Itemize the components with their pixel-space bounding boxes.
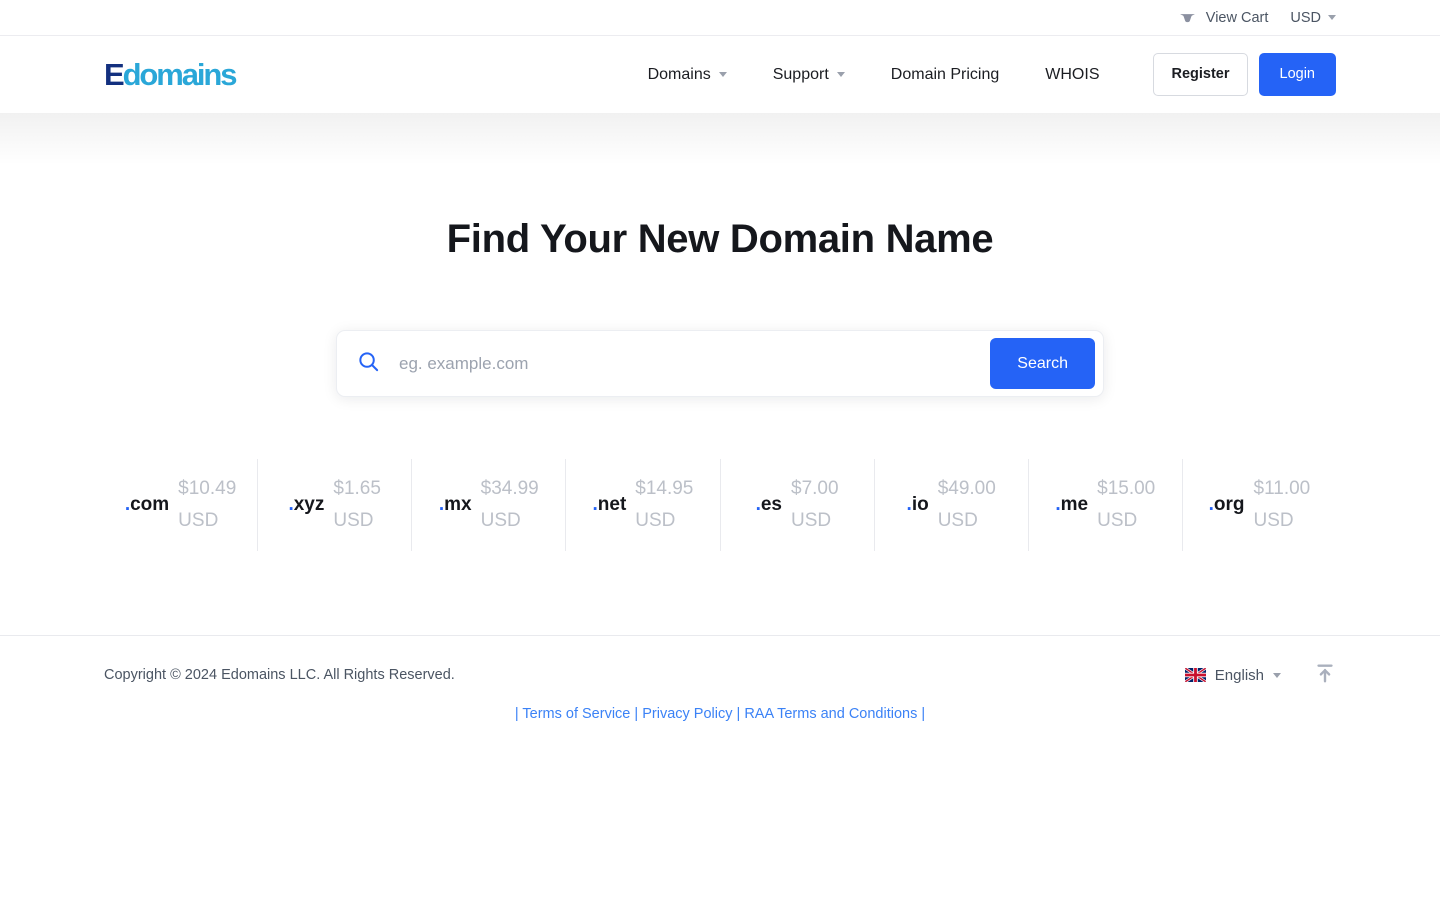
link-separator: | bbox=[514, 706, 519, 722]
auth-button-group: Register Login bbox=[1153, 53, 1336, 96]
site-logo[interactable]: Edomains bbox=[104, 57, 238, 92]
tld-label: io bbox=[911, 493, 929, 515]
search-icon-button[interactable] bbox=[337, 350, 399, 378]
footer-top-row: Copyright © 2024 Edomains LLC. All Right… bbox=[104, 636, 1336, 714]
tld-price: $11.00 USD bbox=[1254, 473, 1311, 537]
tld-price-currency: USD bbox=[635, 509, 676, 531]
tld-price-currency: USD bbox=[1097, 509, 1138, 531]
tld-label: org bbox=[1213, 493, 1245, 515]
chevron-down-icon bbox=[1273, 672, 1281, 678]
nav-label-support: Support bbox=[772, 65, 829, 83]
logo-suffix: domains bbox=[122, 57, 238, 92]
footer-controls: English bbox=[1184, 662, 1336, 689]
top-utility-group: View Cart USD bbox=[1178, 9, 1336, 26]
tld-price-amount: $1.65 bbox=[333, 478, 381, 499]
tld-name: .org bbox=[1209, 494, 1245, 516]
login-button[interactable]: Login bbox=[1258, 53, 1336, 96]
shopping-basket-icon bbox=[1178, 9, 1197, 26]
currency-value: USD bbox=[1290, 9, 1321, 26]
tld-price-amount: $49.00 bbox=[937, 478, 996, 499]
tld-price: $15.00 USD bbox=[1097, 473, 1155, 537]
nav-item-domains[interactable]: Domains bbox=[625, 66, 750, 84]
site-header: Edomains Domains Support Domain Pricing … bbox=[0, 36, 1440, 113]
search-input[interactable] bbox=[399, 331, 991, 396]
tld-name: .xyz bbox=[288, 494, 324, 516]
tld-price-amount: $15.00 bbox=[1097, 478, 1156, 499]
tld-name: .net bbox=[592, 494, 626, 516]
chevron-down-icon bbox=[718, 72, 727, 77]
terms-of-service-link[interactable]: Terms of Service bbox=[522, 706, 630, 722]
tld-label: mx bbox=[444, 493, 472, 515]
search-icon bbox=[357, 350, 380, 378]
tld-price-currency: USD bbox=[480, 509, 521, 531]
tld-price-currency: USD bbox=[937, 509, 978, 531]
tld-cell-io[interactable]: .io $49.00 USD bbox=[875, 459, 1029, 551]
chevron-down-icon bbox=[836, 72, 845, 77]
tld-cell-com[interactable]: .com $10.49 USD bbox=[104, 459, 259, 551]
tld-cell-org[interactable]: .org $11.00 USD bbox=[1183, 459, 1336, 551]
tld-price-currency: USD bbox=[333, 509, 374, 531]
link-separator: | bbox=[634, 706, 639, 722]
tld-label: net bbox=[597, 493, 627, 515]
tld-label: es bbox=[760, 493, 782, 515]
footer-legal-links: | Terms of Service | Privacy Policy | RA… bbox=[104, 706, 1336, 748]
privacy-policy-link[interactable]: Privacy Policy bbox=[642, 706, 732, 722]
tld-cell-xyz[interactable]: .xyz $1.65 USD bbox=[258, 459, 413, 551]
main-navigation: Domains Support Domain Pricing WHOIS Reg… bbox=[625, 53, 1336, 96]
copyright-text: Copyright © 2024 Edomains LLC. All Right… bbox=[104, 667, 455, 683]
language-selector[interactable]: English bbox=[1184, 666, 1281, 684]
tld-price-currency: USD bbox=[178, 509, 219, 531]
tld-label: xyz bbox=[293, 493, 325, 515]
page-title: Find Your New Domain Name bbox=[446, 217, 994, 261]
tld-name: .io bbox=[907, 494, 929, 516]
logo-prefix: E bbox=[104, 57, 125, 92]
tld-price-amount: $11.00 bbox=[1253, 478, 1311, 499]
link-separator: | bbox=[921, 706, 926, 722]
tld-name: .es bbox=[756, 494, 782, 516]
top-utility-bar: View Cart USD bbox=[0, 0, 1440, 36]
uk-flag-icon bbox=[1184, 668, 1206, 682]
tld-cell-mx[interactable]: .mx $34.99 USD bbox=[412, 459, 567, 551]
tld-label: com bbox=[130, 493, 170, 515]
tld-price: $34.99 USD bbox=[481, 473, 539, 537]
tld-price-currency: USD bbox=[1253, 509, 1294, 531]
search-button[interactable]: Search bbox=[990, 338, 1095, 389]
nav-item-whois[interactable]: WHOIS bbox=[1022, 66, 1122, 84]
nav-item-domain-pricing[interactable]: Domain Pricing bbox=[868, 66, 1022, 84]
chevron-down-icon bbox=[1328, 15, 1336, 20]
tld-label: me bbox=[1060, 493, 1089, 515]
tld-name: .mx bbox=[439, 494, 472, 516]
language-label: English bbox=[1214, 666, 1264, 684]
tld-name: .com bbox=[125, 494, 169, 516]
tld-cell-es[interactable]: .es $7.00 USD bbox=[721, 459, 875, 551]
link-separator: | bbox=[736, 706, 741, 722]
tld-price: $7.00 USD bbox=[791, 473, 839, 537]
tld-price: $1.65 USD bbox=[333, 473, 381, 537]
raa-terms-link[interactable]: RAA Terms and Conditions bbox=[744, 706, 917, 722]
domain-search-bar: Search bbox=[336, 330, 1104, 397]
tld-cell-me[interactable]: .me $15.00 USD bbox=[1029, 459, 1183, 551]
register-button[interactable]: Register bbox=[1153, 53, 1248, 96]
nav-item-support[interactable]: Support bbox=[750, 66, 868, 84]
tld-name: .me bbox=[1055, 494, 1088, 516]
tld-price-amount: $34.99 bbox=[480, 478, 539, 499]
tld-price: $49.00 USD bbox=[938, 473, 996, 537]
scroll-to-top-button[interactable] bbox=[1314, 662, 1336, 689]
tld-price-amount: $10.49 bbox=[178, 478, 237, 499]
tld-pricing-strip: .com $10.49 USD .xyz $1.65 USD .mx $34.99 U… bbox=[104, 459, 1336, 551]
site-footer: Copyright © 2024 Edomains LLC. All Right… bbox=[0, 635, 1440, 748]
view-cart-link[interactable]: View Cart bbox=[1178, 9, 1269, 26]
nav-label-whois: WHOIS bbox=[1045, 65, 1100, 83]
hero-section: Find Your New Domain Name Search .com $1… bbox=[0, 113, 1440, 635]
view-cart-label: View Cart bbox=[1205, 9, 1269, 26]
nav-label-domain-pricing: Domain Pricing bbox=[890, 65, 1000, 83]
tld-price: $10.49 USD bbox=[178, 473, 236, 537]
tld-price-amount: $14.95 bbox=[635, 478, 694, 499]
currency-selector[interactable]: USD bbox=[1290, 10, 1336, 26]
tld-cell-net[interactable]: .net $14.95 USD bbox=[566, 459, 721, 551]
nav-label-domains: Domains bbox=[647, 65, 711, 83]
tld-price-currency: USD bbox=[791, 509, 832, 531]
tld-price-amount: $7.00 bbox=[791, 478, 839, 499]
tld-price: $14.95 USD bbox=[635, 473, 693, 537]
